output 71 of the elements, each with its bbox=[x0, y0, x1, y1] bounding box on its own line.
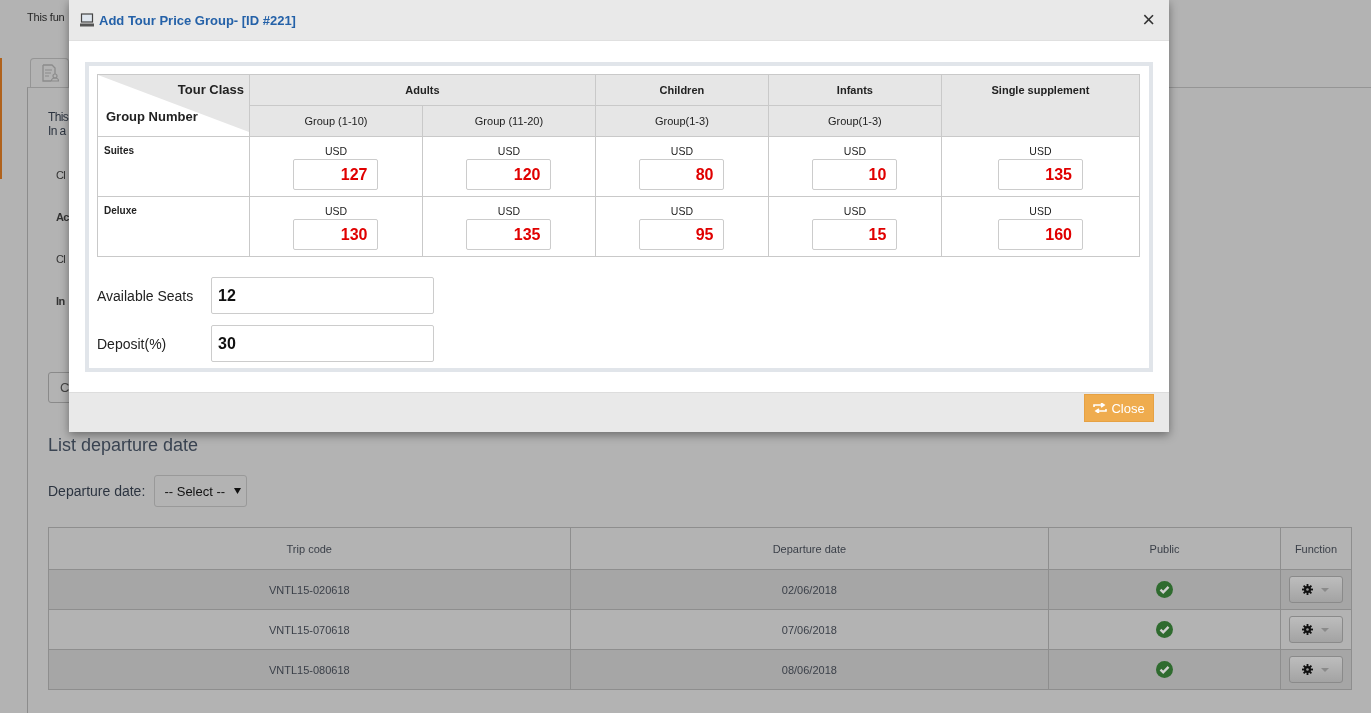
swap-icon bbox=[1093, 403, 1108, 413]
field-label: In bbox=[56, 295, 65, 307]
close-button[interactable]: × bbox=[1142, 10, 1155, 30]
settings-dropdown-button[interactable] bbox=[1289, 656, 1343, 683]
caret-icon bbox=[1321, 587, 1330, 592]
document-user-icon bbox=[40, 64, 59, 82]
table-cell: 02/06/2018 bbox=[781, 583, 837, 596]
row-label: Deluxe bbox=[104, 205, 137, 216]
settings-dropdown-button[interactable] bbox=[1289, 576, 1343, 603]
price-field[interactable]: 95 bbox=[639, 219, 725, 250]
price-field[interactable]: 120 bbox=[466, 159, 552, 190]
currency-label: USD bbox=[497, 205, 521, 217]
price-field[interactable]: 10 bbox=[812, 159, 898, 190]
column-header: Adults bbox=[405, 84, 440, 96]
field-label: Deposit(%) bbox=[97, 335, 168, 352]
currency-label: USD bbox=[324, 205, 348, 217]
price-field[interactable]: 135 bbox=[466, 219, 552, 250]
currency-label: USD bbox=[324, 145, 348, 157]
header-label: Group Number bbox=[106, 109, 198, 124]
currency-label: USD bbox=[1029, 205, 1052, 217]
field-label: Available Seats bbox=[97, 287, 195, 304]
dialog-title: Add Tour Price Group- [ID #221] bbox=[99, 12, 297, 28]
settings-icon bbox=[1302, 584, 1314, 595]
currency-label: USD bbox=[670, 145, 693, 157]
settings-icon bbox=[1302, 664, 1314, 675]
caret-icon bbox=[234, 488, 242, 494]
filter-label: Departure date: bbox=[48, 483, 146, 499]
departure-date-select[interactable]: -- Select -- bbox=[154, 475, 248, 507]
currency-label: USD bbox=[843, 145, 866, 157]
column-header: Public bbox=[1149, 542, 1180, 555]
currency-label: USD bbox=[497, 145, 521, 157]
price-field[interactable]: 127 bbox=[293, 159, 379, 190]
section-title: List departure date bbox=[48, 435, 199, 455]
column-header: Departure date bbox=[772, 542, 847, 555]
group-header: Group(1-3) bbox=[828, 115, 882, 127]
input-field[interactable]: 30 bbox=[211, 325, 434, 362]
caret-icon bbox=[1321, 667, 1330, 672]
caret-icon bbox=[1321, 627, 1330, 632]
group-header: Group (1-10) bbox=[304, 115, 368, 127]
field-label: Ac bbox=[56, 211, 69, 223]
group-header: Group(1-3) bbox=[655, 115, 709, 127]
table-cell: 07/06/2018 bbox=[781, 623, 837, 636]
input-field[interactable]: 12 bbox=[211, 277, 434, 314]
price-field[interactable]: 15 bbox=[812, 219, 898, 250]
currency-label: USD bbox=[1029, 145, 1052, 157]
table-cell: VNTL15-070618 bbox=[268, 623, 350, 636]
settings-dropdown-button[interactable] bbox=[1289, 616, 1343, 643]
column-header: Single supplement bbox=[991, 84, 1090, 96]
field-label: Cl bbox=[56, 169, 66, 181]
group-header: Group (11-20) bbox=[474, 115, 544, 127]
column-header: Trip code bbox=[286, 542, 332, 555]
intro-text: This bbox=[48, 110, 69, 124]
table-cell: VNTL15-020618 bbox=[268, 583, 350, 596]
price-field[interactable]: 80 bbox=[639, 159, 725, 190]
table-cell: 08/06/2018 bbox=[781, 663, 837, 676]
row-label: Suites bbox=[104, 145, 134, 156]
table-cell: VNTL15-080618 bbox=[268, 663, 350, 676]
field-label: Cl bbox=[56, 253, 66, 265]
column-header: Infants bbox=[836, 84, 873, 96]
currency-label: USD bbox=[843, 205, 866, 217]
column-header: Function bbox=[1294, 542, 1338, 555]
settings-icon bbox=[1302, 624, 1314, 635]
price-field[interactable]: 130 bbox=[293, 219, 379, 250]
column-header: Children bbox=[659, 84, 705, 96]
computer-icon bbox=[80, 13, 94, 27]
price-field[interactable]: 160 bbox=[997, 219, 1083, 250]
currency-label: USD bbox=[670, 205, 693, 217]
header-label: Tour Class bbox=[177, 82, 244, 97]
price-field[interactable]: 135 bbox=[997, 159, 1083, 190]
intro-text: In a bbox=[48, 124, 66, 138]
notice-text: This fun bbox=[27, 11, 65, 23]
